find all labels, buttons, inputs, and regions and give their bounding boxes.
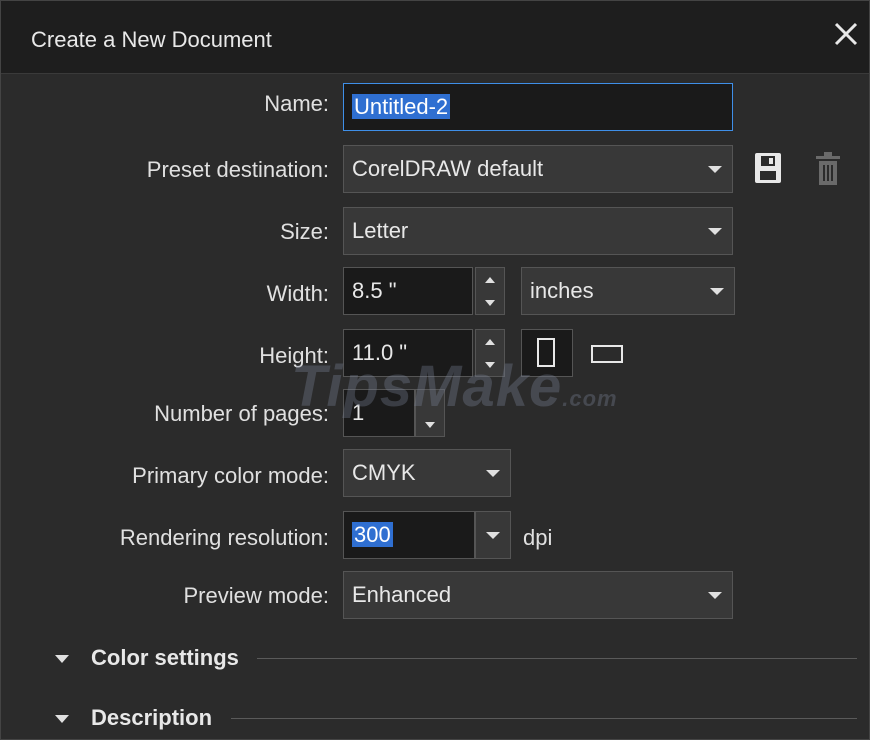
height-increment-button[interactable] <box>476 330 504 353</box>
section-divider <box>231 718 857 719</box>
dialog-title: Create a New Document <box>31 27 272 52</box>
dialog-titlebar: Create a New Document <box>1 1 869 74</box>
color-settings-section-toggle[interactable]: Color settings <box>55 643 255 673</box>
arrow-down-icon <box>485 299 495 306</box>
arrow-up-icon <box>485 338 495 345</box>
units-value: inches <box>530 278 594 303</box>
preview-mode-dropdown[interactable]: Enhanced <box>343 571 733 619</box>
resolution-input[interactable]: 300 <box>343 511 475 559</box>
preview-mode-label: Preview mode: <box>183 583 329 608</box>
resolution-value: 300 <box>352 522 393 547</box>
units-dropdown[interactable]: inches <box>521 267 735 315</box>
chevron-down-icon <box>708 228 722 235</box>
size-dropdown[interactable]: Letter <box>343 207 733 255</box>
close-icon <box>834 22 858 46</box>
preset-destination-label: Preset destination: <box>146 157 329 182</box>
expand-triangle-icon <box>55 715 69 723</box>
arrow-up-icon <box>485 276 495 283</box>
rendering-resolution-label: Rendering resolution: <box>119 525 329 550</box>
chevron-down-icon <box>486 532 500 539</box>
description-label: Description <box>91 705 213 730</box>
chevron-down-icon <box>486 470 500 477</box>
resolution-dropdown-button[interactable] <box>475 511 511 559</box>
resolution-unit: dpi <box>523 525 553 550</box>
width-spinner <box>475 267 505 315</box>
arrow-down-icon <box>425 421 435 428</box>
color-mode-dropdown[interactable]: CMYK <box>343 449 511 497</box>
width-increment-button[interactable] <box>476 268 504 291</box>
name-label: Name: <box>264 91 329 116</box>
width-value: 8.5 " <box>352 278 397 303</box>
delete-preset-button[interactable] <box>813 151 843 187</box>
width-input[interactable]: 8.5 " <box>343 267 473 315</box>
watermark: TipsMake.com <box>291 354 618 419</box>
name-value: Untitled-2 <box>352 94 451 119</box>
chevron-down-icon <box>708 592 722 599</box>
close-button[interactable] <box>829 17 863 51</box>
width-decrement-button[interactable] <box>476 291 504 314</box>
chevron-down-icon <box>710 288 724 295</box>
chevron-down-icon <box>708 166 722 173</box>
section-divider <box>257 658 857 659</box>
size-label: Size: <box>280 219 329 244</box>
preset-destination-value: CorelDRAW default <box>352 156 544 181</box>
color-settings-label: Color settings <box>91 645 239 670</box>
create-document-dialog: Create a New Document Name: Untitled-2 P… <box>0 0 870 740</box>
preview-mode-value: Enhanced <box>352 582 452 607</box>
size-value: Letter <box>352 218 409 243</box>
description-section-toggle[interactable]: Description <box>55 703 235 733</box>
expand-triangle-icon <box>55 655 69 663</box>
color-mode-value: CMYK <box>352 460 416 485</box>
width-label: Width: <box>266 281 329 306</box>
color-mode-label: Primary color mode: <box>132 463 329 488</box>
save-preset-button[interactable] <box>753 151 783 185</box>
save-preset-icon <box>755 153 781 183</box>
name-input[interactable]: Untitled-2 <box>343 83 733 131</box>
trash-icon <box>816 152 840 185</box>
preset-destination-dropdown[interactable]: CorelDRAW default <box>343 145 733 193</box>
